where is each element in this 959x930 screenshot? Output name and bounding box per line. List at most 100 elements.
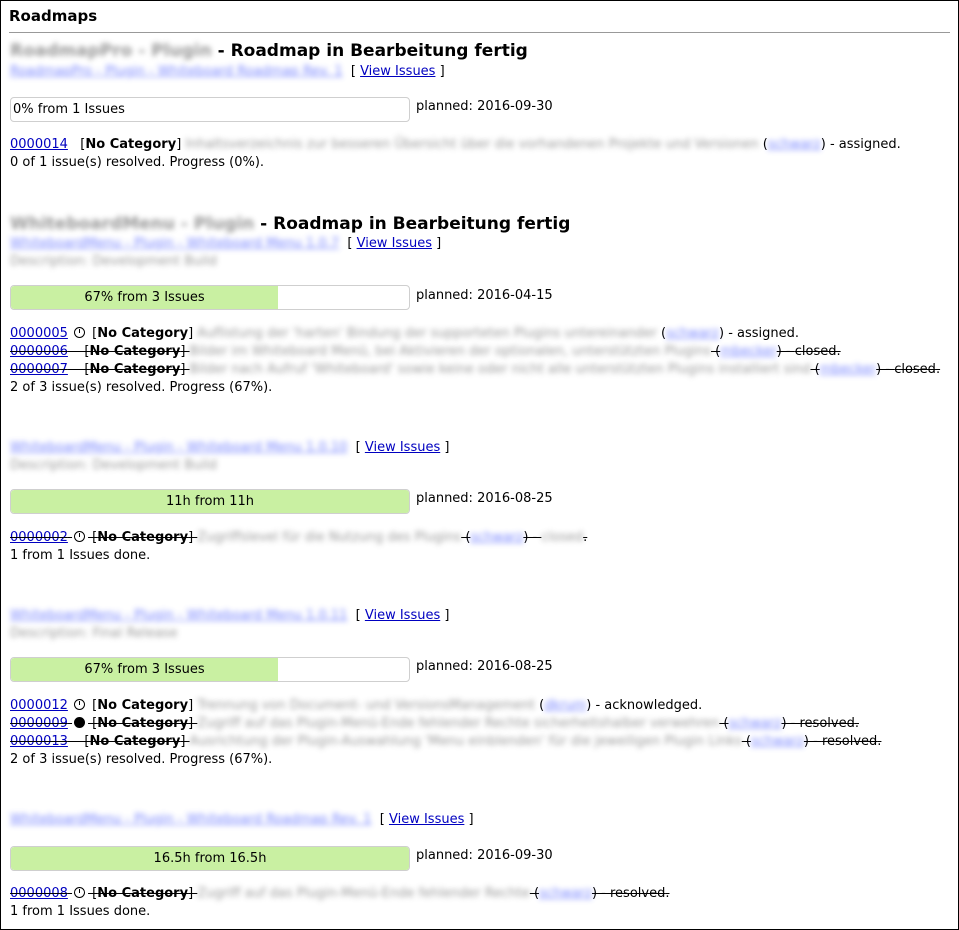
issue-status: resolved bbox=[821, 734, 878, 749]
issue-category: No Category bbox=[97, 716, 189, 731]
planned-label: planned: bbox=[416, 848, 473, 863]
version-description: Description: Development Build bbox=[10, 458, 217, 473]
issue-row: 0000002 [No Category] Zugriffslevel für … bbox=[10, 529, 588, 547]
issue-id-link[interactable]: 0000006 bbox=[10, 344, 68, 359]
version-line: WhiteboardMenu - Plugin - Whiteboard Roa… bbox=[10, 811, 474, 829]
issue-status: closed bbox=[894, 362, 936, 377]
version-line: WhiteboardMenu - Plugin - Whiteboard Men… bbox=[10, 607, 450, 625]
issue-status: resolved bbox=[610, 886, 666, 901]
planned-value: 2016-09-30 bbox=[477, 848, 553, 863]
view-issues-link[interactable]: View Issues bbox=[365, 440, 440, 455]
issue-handler-link[interactable]: schwarz bbox=[768, 136, 821, 154]
version-link[interactable]: WhiteboardMenu - Plugin - Whiteboard Roa… bbox=[10, 811, 372, 829]
issue-category: No Category bbox=[97, 886, 189, 901]
progress-bar: 0% from 1 Issues bbox=[10, 97, 410, 122]
issue-handler-link[interactable]: schwarz bbox=[539, 885, 592, 903]
project-name[interactable]: WhiteboardMenu - Plugin bbox=[10, 214, 254, 234]
issue-row: 0000012 [No Category] Trennung von Docum… bbox=[10, 697, 703, 715]
view-issues-link[interactable]: View Issues bbox=[389, 812, 464, 827]
issue-summary[interactable]: Bilder im Whiteboard Menü, bei Aktiviere… bbox=[190, 343, 711, 361]
version-line: WhiteboardMenu - Plugin - Whiteboard Men… bbox=[10, 235, 442, 253]
issue-id-link[interactable]: 0000002 bbox=[10, 530, 68, 545]
planned-date: planned: 2016-04-15 bbox=[416, 287, 553, 305]
issue-summary[interactable]: Inhaltsverzeichnis zur besseren Übersich… bbox=[185, 136, 758, 154]
roadmaps-panel: Roadmaps RoadmapPro - Plugin - Roadmap i… bbox=[0, 0, 959, 930]
version-link[interactable]: RoadmapPro - Plugin - Whiteboard Roadmap… bbox=[10, 63, 343, 81]
issue-status: closed bbox=[541, 530, 584, 545]
issue-category: No Category bbox=[89, 344, 181, 359]
issue-status: resolved bbox=[799, 716, 855, 731]
project-heading: RoadmapPro - Plugin - Roadmap in Bearbei… bbox=[10, 41, 528, 61]
issue-summary[interactable]: Zugriff auf das Plugin-Menü-Ende fehlend… bbox=[197, 885, 530, 903]
view-issues-link[interactable]: View Issues bbox=[365, 608, 440, 623]
issue-id-link[interactable]: 0000009 bbox=[10, 716, 68, 731]
issue-summary[interactable]: Zugriffslevel für die Nutzung des Plugin… bbox=[197, 529, 461, 547]
issue-handler-link[interactable]: mbecker bbox=[720, 343, 776, 361]
issue-category: No Category bbox=[89, 734, 181, 749]
issue-category: No Category bbox=[89, 362, 181, 377]
project-name[interactable]: RoadmapPro - Plugin bbox=[10, 41, 212, 61]
issue-row: 0000014 [No Category] Inhaltsverzeichnis… bbox=[10, 136, 901, 154]
resolved-summary: 2 of 3 issue(s) resolved. Progress (67%)… bbox=[10, 752, 273, 767]
version-link[interactable]: WhiteboardMenu - Plugin - Whiteboard Men… bbox=[10, 235, 339, 253]
progress-bar: 11h from 11h bbox=[10, 489, 410, 514]
title-divider bbox=[9, 32, 950, 33]
issue-handler-link[interactable]: dkrum bbox=[544, 697, 586, 715]
issue-summary[interactable]: Zugriff auf das Plugin-Menü-Ende fehlend… bbox=[197, 715, 719, 733]
heading-suffix: - Roadmap in Bearbeitung fertig bbox=[260, 214, 571, 234]
issue-summary[interactable]: Ausrichtung der Plugin-Auswahlung 'Menu … bbox=[190, 733, 742, 751]
issue-id-link[interactable]: 0000013 bbox=[10, 734, 68, 749]
version-line: RoadmapPro - Plugin - Whiteboard Roadmap… bbox=[10, 63, 445, 81]
issue-handler-link[interactable]: schwarz bbox=[751, 733, 804, 751]
issue-id-link[interactable]: 0000012 bbox=[10, 698, 68, 713]
version-link[interactable]: WhiteboardMenu - Plugin - Whiteboard Men… bbox=[10, 607, 347, 625]
progress-bar: 67% from 3 Issues bbox=[10, 657, 410, 682]
version-line: WhiteboardMenu - Plugin - Whiteboard Men… bbox=[10, 439, 450, 457]
issue-status: assigned bbox=[737, 326, 795, 341]
issue-category: No Category bbox=[85, 137, 177, 152]
view-issues-link[interactable]: View Issues bbox=[360, 64, 435, 79]
progress-text: 11h from 11h bbox=[165, 494, 255, 509]
issue-status: acknowledged bbox=[604, 698, 699, 713]
issue-handler-link[interactable]: schwarz bbox=[729, 715, 782, 733]
issue-category: No Category bbox=[97, 530, 189, 545]
issue-id-link[interactable]: 0000007 bbox=[10, 362, 68, 377]
progress-text: 16.5h from 16.5h bbox=[153, 851, 267, 866]
issue-summary[interactable]: Auflistung der 'harten' Bindung der supp… bbox=[197, 325, 657, 343]
clock-filled-icon bbox=[74, 717, 86, 728]
progress-bar: 67% from 3 Issues bbox=[10, 285, 410, 310]
heading-suffix: - Roadmap in Bearbeitung fertig bbox=[217, 41, 528, 61]
issue-status: assigned bbox=[838, 137, 897, 152]
issue-id-link[interactable]: 0000014 bbox=[10, 137, 68, 152]
version-description: Description: Development Build bbox=[10, 254, 217, 269]
issue-id-link[interactable]: 0000005 bbox=[10, 326, 68, 341]
clock-icon bbox=[74, 531, 86, 542]
resolved-summary: 0 of 1 issue(s) resolved. Progress (0%). bbox=[10, 155, 265, 170]
planned-value: 2016-08-25 bbox=[477, 491, 553, 506]
view-issues-link[interactable]: View Issues bbox=[357, 236, 432, 251]
issue-summary[interactable]: Bilder nach Aufruf 'Whiteboard' sowie ke… bbox=[190, 361, 811, 379]
planned-value: 2016-04-15 bbox=[477, 288, 553, 303]
planned-date: planned: 2016-09-30 bbox=[416, 847, 553, 865]
issue-summary[interactable]: Trennung von Document- und VersionsManag… bbox=[197, 697, 535, 715]
planned-label: planned: bbox=[416, 491, 473, 506]
issue-row: 0000005 [No Category] Auflistung der 'ha… bbox=[10, 325, 800, 343]
issue-id-link[interactable]: 0000008 bbox=[10, 886, 68, 901]
issue-row: 0000013 [No Category] Ausrichtung der Pl… bbox=[10, 733, 882, 751]
planned-label: planned: bbox=[416, 99, 473, 114]
planned-date: planned: 2016-08-25 bbox=[416, 658, 553, 676]
issue-handler-link[interactable]: mbecker bbox=[820, 361, 876, 379]
planned-value: 2016-09-30 bbox=[477, 99, 553, 114]
issue-handler-link[interactable]: schwarz bbox=[470, 529, 523, 547]
resolved-summary: 1 from 1 Issues done. bbox=[10, 904, 151, 919]
clock-icon bbox=[74, 887, 86, 898]
progress-text: 0% from 1 Issues bbox=[13, 102, 125, 117]
project-heading: WhiteboardMenu - Plugin - Roadmap in Bea… bbox=[10, 214, 570, 234]
issue-row: 0000007 [No Category] Bilder nach Aufruf… bbox=[10, 361, 941, 379]
issue-status: closed bbox=[794, 344, 837, 359]
version-link[interactable]: WhiteboardMenu - Plugin - Whiteboard Men… bbox=[10, 439, 347, 457]
planned-date: planned: 2016-09-30 bbox=[416, 98, 553, 116]
issue-category: No Category bbox=[97, 326, 189, 341]
issue-handler-link[interactable]: schwarz bbox=[666, 325, 719, 343]
resolved-summary: 2 of 3 issue(s) resolved. Progress (67%)… bbox=[10, 380, 273, 395]
